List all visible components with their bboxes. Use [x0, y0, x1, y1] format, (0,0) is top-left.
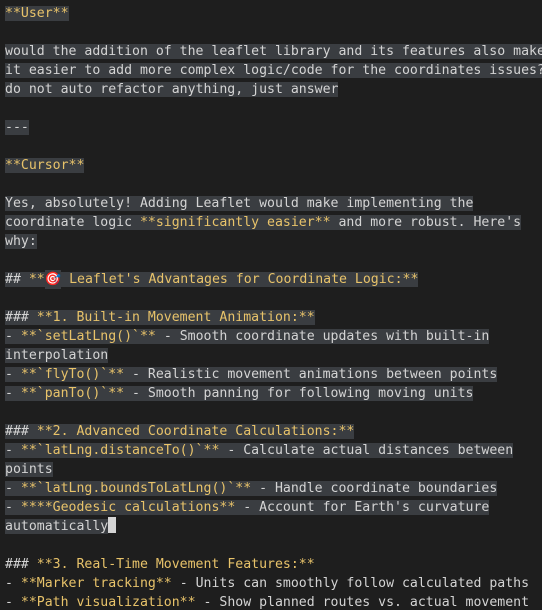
- editor-line[interactable]: [0, 289, 542, 308]
- editor-line[interactable]: - **`flyTo()`** - Realistic movement ani…: [0, 365, 542, 384]
- text-segment: ****Geodesic calculations**: [20, 500, 236, 515]
- editor-line[interactable]: why:: [0, 232, 542, 251]
- editor-line[interactable]: [0, 175, 542, 194]
- text-segment: ###: [5, 424, 37, 439]
- editor-line[interactable]: [0, 251, 542, 270]
- text-segment: -: [5, 576, 21, 591]
- editor-line[interactable]: - **Path visualization** - Show planned …: [0, 593, 542, 610]
- editor-line[interactable]: **Cursor**: [0, 156, 542, 175]
- editor-line[interactable]: - **`setLatLng()`** - Smooth coordinate …: [0, 327, 542, 346]
- editor-line[interactable]: [0, 536, 542, 555]
- text-segment: -: [5, 386, 21, 401]
- text-segment: **`latLng.distanceTo()`**: [20, 443, 220, 458]
- text-segment: ---: [5, 120, 29, 135]
- editor-line[interactable]: interpolation: [0, 346, 542, 365]
- editor-line[interactable]: ### **2. Advanced Coordinate Calculation…: [0, 422, 542, 441]
- text-segment: - Show planned routes vs. actual movemen…: [195, 595, 530, 610]
- text-segment: coordinate logic: [5, 215, 140, 230]
- text-segment: - Smooth panning for following moving un…: [124, 386, 474, 401]
- editor-line[interactable]: [0, 99, 542, 118]
- text-segment: **: [28, 272, 45, 287]
- text-segment: **2. Advanced Coordinate Calculations:**: [36, 424, 355, 439]
- editor-line[interactable]: points: [0, 460, 542, 479]
- text-segment: ###: [5, 557, 37, 572]
- text-segment: Yes, absolutely! Adding Leaflet would ma…: [5, 196, 474, 211]
- editor-line[interactable]: **User**: [0, 4, 542, 23]
- editor-line[interactable]: [0, 137, 542, 156]
- text-segment: **Path visualization**: [20, 595, 196, 610]
- markdown-editor[interactable]: **User** would the addition of the leafle…: [0, 0, 542, 610]
- text-segment: **significantly easier**: [139, 215, 331, 230]
- text-segment: **3. Real-Time Movement Features:**: [36, 557, 315, 572]
- editor-line[interactable]: [0, 403, 542, 422]
- text-segment: **`setLatLng()`**: [20, 329, 156, 344]
- text-segment: **`panTo()`**: [20, 386, 125, 401]
- editor-line[interactable]: - **`panTo()`** - Smooth panning for fol…: [0, 384, 542, 403]
- text-segment: ##: [5, 272, 29, 287]
- text-cursor: [108, 517, 117, 533]
- editor-line[interactable]: do not auto refactor anything, just answ…: [0, 80, 542, 99]
- editor-line[interactable]: ## **🎯 Leaflet's Advantages for Coordina…: [0, 270, 542, 289]
- editor-line[interactable]: [0, 23, 542, 42]
- text-segment: **`flyTo()`**: [20, 367, 125, 382]
- text-segment: why:: [5, 234, 37, 249]
- text-segment: - Handle coordinate boundaries: [251, 481, 498, 496]
- editor-line[interactable]: automatically: [0, 517, 542, 536]
- editor-line[interactable]: - **Marker tracking** - Units can smooth…: [0, 574, 542, 593]
- text-segment: -: [5, 500, 21, 515]
- text-segment: points: [5, 462, 53, 477]
- text-segment: -: [5, 329, 21, 344]
- text-segment: automatically: [5, 519, 109, 534]
- text-segment: **`latLng.boundsToLatLng()`**: [20, 481, 252, 496]
- editor-line[interactable]: would the addition of the leaflet librar…: [0, 42, 542, 61]
- text-segment: - Smooth coordinate updates with built-i…: [155, 329, 490, 344]
- text-segment: ###: [5, 310, 37, 325]
- text-segment: Leaflet's Advantages for Coordinate Logi…: [61, 272, 419, 287]
- text-segment: **1. Built-in Movement Animation:**: [36, 310, 315, 325]
- editor-line[interactable]: Yes, absolutely! Adding Leaflet would ma…: [0, 194, 542, 213]
- text-segment: -: [5, 443, 21, 458]
- text-segment: interpolation: [5, 348, 109, 363]
- editor-line[interactable]: - ****Geodesic calculations** - Account …: [0, 498, 542, 517]
- editor-line[interactable]: - **`latLng.distanceTo()`** - Calculate …: [0, 441, 542, 460]
- text-segment: - Account for Earth's curvature: [235, 500, 490, 515]
- editor-line[interactable]: ### **1. Built-in Movement Animation:**: [0, 308, 542, 327]
- text-segment: **User**: [5, 6, 69, 21]
- text-segment: **Marker tracking**: [20, 576, 172, 591]
- editor-line[interactable]: coordinate logic **significantly easier*…: [0, 213, 542, 232]
- text-segment: -: [5, 367, 21, 382]
- text-segment: -: [5, 595, 21, 610]
- text-segment: would the addition of the leaflet librar…: [5, 44, 542, 59]
- text-segment: and more robust. Here's: [330, 215, 522, 230]
- text-segment: it easier to add more complex logic/code…: [5, 63, 542, 78]
- editor-line[interactable]: - **`latLng.boundsToLatLng()`** - Handle…: [0, 479, 542, 498]
- editor-line[interactable]: it easier to add more complex logic/code…: [0, 61, 542, 80]
- text-segment: - Calculate actual distances between: [219, 443, 514, 458]
- text-segment: - Units can smoothly follow calculated p…: [171, 576, 530, 591]
- text-segment: do not auto refactor anything, just answ…: [5, 82, 339, 97]
- text-segment: - Realistic movement animations between …: [124, 367, 498, 382]
- editor-line[interactable]: ---: [0, 118, 542, 137]
- text-segment: -: [5, 481, 21, 496]
- text-segment: **Cursor**: [5, 158, 85, 173]
- editor-line[interactable]: ### **3. Real-Time Movement Features:**: [0, 555, 542, 574]
- target-emoji-icon: 🎯: [44, 270, 62, 289]
